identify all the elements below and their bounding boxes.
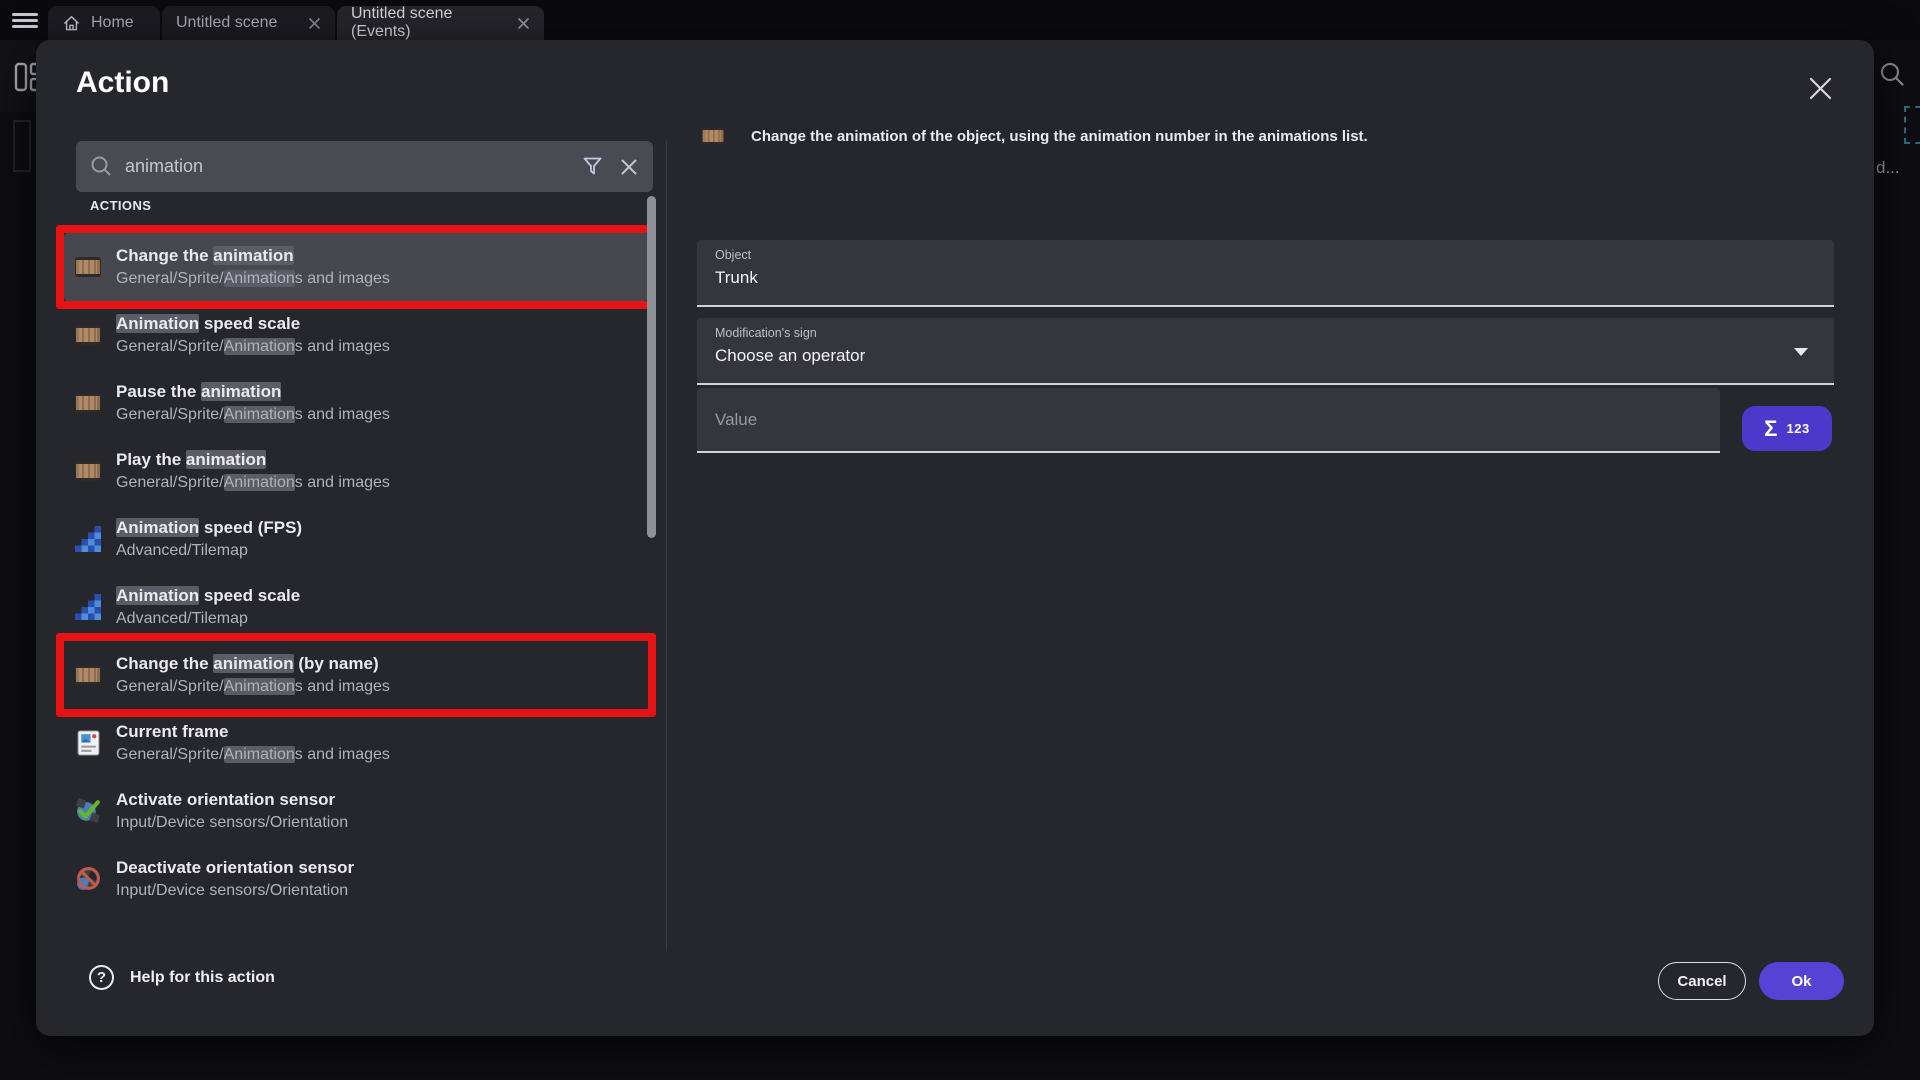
operator-select[interactable]: Modification's sign Choose an operator [697, 318, 1834, 385]
search-match-highlight: Animation [224, 678, 295, 695]
action-item-subtitle: General/Sprite/Animations and images [116, 675, 390, 698]
tab-close-icon[interactable] [517, 17, 530, 30]
search-icon [90, 155, 113, 178]
sprite-icon [74, 662, 102, 688]
tab-label: Home [91, 14, 134, 32]
operator-field-label: Modification's sign [715, 326, 1816, 340]
action-item-title: Animation speed scale [116, 312, 390, 335]
tab-untitled-scene-events[interactable]: Untitled scene (Events) [337, 6, 544, 40]
search-match-highlight: Animation [224, 406, 295, 423]
object-field-label: Object [715, 248, 1816, 262]
search-match-highlight: Animation [224, 338, 295, 355]
action-item-title: Animation speed scale [116, 584, 300, 607]
action-list-item[interactable]: Play the animationGeneral/Sprite/Animati… [64, 437, 648, 505]
tab-untitled-scene[interactable]: Untitled scene [162, 6, 335, 40]
help-label: Help for this action [130, 969, 275, 987]
action-results-list: Change the animationGeneral/Sprite/Anima… [64, 233, 648, 913]
dialog-close-icon[interactable] [1804, 72, 1836, 104]
search-match-highlight: Animation [116, 314, 199, 333]
action-list-item[interactable]: Activate orientation sensorInput/Device … [64, 777, 648, 845]
home-icon [62, 14, 81, 33]
tab-home[interactable]: Home [48, 6, 160, 40]
search-match-highlight: animation [186, 450, 266, 469]
tilemap-icon [74, 526, 102, 552]
sprite-icon [74, 254, 102, 280]
actions-section-header: ACTIONS [90, 198, 151, 213]
object-field[interactable]: Object Trunk [697, 240, 1834, 307]
top-bar: Home Untitled scene Untitled scene (Even… [0, 0, 1920, 40]
expression-editor-button[interactable]: Σ 123 [1742, 406, 1832, 451]
sigma-icon: Σ [1764, 418, 1777, 440]
action-item-subtitle: General/Sprite/Animations and images [116, 743, 390, 766]
expression-123-label: 123 [1787, 421, 1810, 436]
action-list-item[interactable]: Pause the animationGeneral/Sprite/Animat… [64, 369, 648, 437]
ok-button[interactable]: Ok [1759, 962, 1844, 1000]
chevron-down-icon [1794, 348, 1808, 356]
action-item-subtitle: General/Sprite/Animations and images [116, 403, 390, 426]
action-item-title: Deactivate orientation sensor [116, 856, 354, 879]
sprite-animation-icon [701, 125, 725, 147]
tilemap-icon [74, 594, 102, 620]
search-match-highlight: animation [213, 654, 293, 673]
sprite-icon [74, 322, 102, 348]
list-scrollbar-thumb[interactable] [647, 196, 656, 538]
operator-field-value: Choose an operator [715, 346, 1816, 366]
action-list-item[interactable]: Animation speed (FPS)Advanced/Tilemap [64, 505, 648, 573]
clipped-label: d... [1876, 158, 1900, 178]
action-list-item[interactable]: Current frameGeneral/Sprite/Animations a… [64, 709, 648, 777]
action-item-subtitle: General/Sprite/Animations and images [116, 471, 390, 494]
action-list-item[interactable]: Change the animationGeneral/Sprite/Anima… [64, 233, 648, 301]
value-input[interactable] [715, 410, 1702, 430]
action-list-item[interactable]: Animation speed scaleGeneral/Sprite/Anim… [64, 301, 648, 369]
search-match-highlight: Animation [116, 518, 199, 537]
action-item-subtitle: Advanced/Tilemap [116, 539, 302, 562]
action-item-subtitle: General/Sprite/Animations and images [116, 267, 390, 290]
value-field [697, 388, 1720, 453]
sensor-off-icon [74, 866, 102, 892]
editor-search-icon[interactable] [1878, 60, 1906, 93]
clear-search-icon[interactable] [619, 157, 639, 177]
action-item-subtitle: Input/Device sensors/Orientation [116, 879, 354, 902]
panel-divider [666, 141, 667, 951]
search-input[interactable] [125, 156, 582, 177]
search-match-highlight: animation [213, 246, 293, 265]
action-list-item[interactable]: Animation speed scaleAdvanced/Tilemap [64, 573, 648, 641]
action-list-item[interactable]: Deactivate orientation sensorInput/Devic… [64, 845, 648, 913]
tab-close-icon[interactable] [308, 17, 321, 30]
action-list-item[interactable]: Change the animation (by name)General/Sp… [64, 641, 648, 709]
action-item-subtitle: Advanced/Tilemap [116, 607, 300, 630]
canvas-placeholder [13, 120, 31, 172]
action-item-title: Current frame [116, 720, 390, 743]
search-match-highlight: animation [201, 382, 281, 401]
sprite-icon [74, 390, 102, 416]
action-item-title: Activate orientation sensor [116, 788, 348, 811]
action-search-bar [76, 141, 653, 192]
sensor-on-icon [74, 798, 102, 824]
object-field-value: Trunk [715, 268, 1816, 288]
action-dialog: Action ACTIONS Change the animationGener… [36, 40, 1874, 1036]
hamburger-icon[interactable] [12, 13, 38, 28]
action-item-title: Pause the animation [116, 380, 390, 403]
tab-label: Untitled scene [176, 14, 277, 32]
action-item-title: Change the animation (by name) [116, 652, 390, 675]
search-match-highlight: Animation [224, 270, 295, 287]
search-match-highlight: Animation [224, 474, 295, 491]
search-match-highlight: Animation [224, 746, 295, 763]
frame-icon [74, 730, 102, 756]
action-item-subtitle: Input/Device sensors/Orientation [116, 811, 348, 834]
search-match-highlight: Animation [116, 586, 199, 605]
action-description: Change the animation of the object, usin… [751, 128, 1368, 145]
sprite-icon [74, 458, 102, 484]
selection-outline [1904, 106, 1920, 144]
action-item-subtitle: General/Sprite/Animations and images [116, 335, 390, 358]
dialog-title: Action [76, 66, 169, 100]
tab-label: Untitled scene (Events) [351, 5, 507, 41]
help-icon: ? [89, 965, 114, 990]
action-item-title: Change the animation [116, 244, 390, 267]
filter-icon[interactable] [582, 156, 603, 177]
action-item-title: Animation speed (FPS) [116, 516, 302, 539]
action-item-title: Play the animation [116, 448, 390, 471]
help-link[interactable]: ? Help for this action [89, 965, 275, 990]
cancel-button[interactable]: Cancel [1658, 962, 1746, 1000]
